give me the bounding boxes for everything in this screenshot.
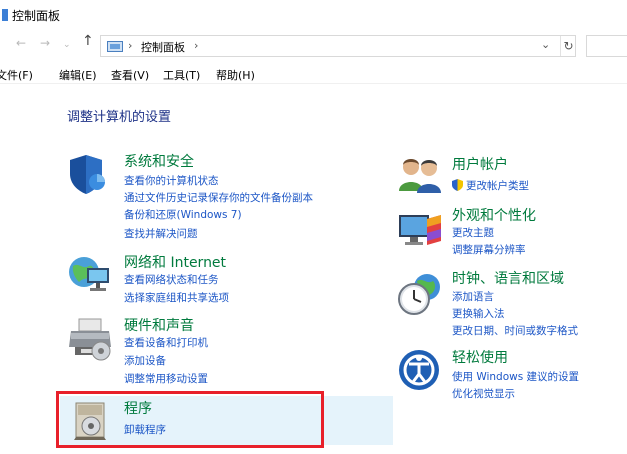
printer-icon[interactable] [67, 317, 113, 361]
menu-tools[interactable]: 工具(T) [163, 67, 200, 83]
users-icon[interactable] [397, 155, 443, 195]
menu-file[interactable]: 文件(F) [0, 67, 33, 83]
menu-help[interactable]: 帮助(H) [216, 67, 255, 83]
title-bar: 控制面板 [0, 0, 627, 30]
link-change-theme[interactable]: 更改主题 [452, 225, 494, 240]
shield-icon[interactable] [66, 152, 110, 196]
link-optimize-visual-display[interactable]: 优化视觉显示 [452, 386, 515, 401]
search-input[interactable] [586, 35, 627, 57]
menu-view[interactable]: 查看(V) [111, 67, 149, 83]
category-title-network-internet[interactable]: 网络和 Internet [124, 252, 226, 272]
category-title-ease-of-access[interactable]: 轻松使用 [452, 347, 508, 367]
category-title-hardware-sound[interactable]: 硬件和声音 [124, 315, 194, 335]
link-backup-restore[interactable]: 备份和还原(Windows 7) [124, 207, 242, 222]
uac-shield-icon [452, 179, 463, 191]
back-arrow-icon[interactable]: ← [16, 36, 26, 50]
ease-of-access-icon[interactable] [397, 348, 441, 392]
link-add-device[interactable]: 添加设备 [124, 353, 166, 368]
refresh-icon[interactable]: ↻ [560, 36, 576, 56]
control-panel-icon [2, 9, 8, 21]
breadcrumb-separator[interactable]: › [194, 39, 198, 52]
clock-globe-icon[interactable] [397, 271, 443, 317]
link-view-computer-status[interactable]: 查看你的计算机状态 [124, 173, 219, 188]
menu-edit[interactable]: 编辑(E) [59, 67, 97, 83]
link-change-account-type-label: 更改帐户类型 [466, 180, 529, 192]
link-mobility-settings[interactable]: 调整常用移动设置 [124, 371, 208, 386]
link-troubleshoot[interactable]: 查找并解决问题 [124, 226, 198, 241]
link-change-date-time-format[interactable]: 更改日期、时间或数字格式 [452, 323, 578, 338]
control-panel-icon [107, 41, 123, 52]
window-title: 控制面板 [12, 9, 61, 23]
network-icon[interactable] [67, 252, 113, 296]
page-title: 调整计算机的设置 [67, 110, 172, 125]
link-screen-resolution[interactable]: 调整屏幕分辨率 [452, 242, 526, 257]
address-bar[interactable]: › 控制面板 › ⌄ ↻ [100, 35, 576, 57]
navigation-bar: ← → ⌄ ↑ › 控制面板 › ⌄ ↻ [0, 32, 627, 58]
menu-bar: 文件(F) 编辑(E) 查看(V) 工具(T) 帮助(H) [0, 62, 627, 84]
address-history-dropdown-icon[interactable]: ⌄ [541, 38, 550, 51]
breadcrumb-separator[interactable]: › [128, 39, 132, 52]
category-title-clock-language-region[interactable]: 时钟、语言和区域 [452, 268, 564, 288]
link-change-account-type[interactable]: 更改帐户类型 [452, 178, 529, 193]
link-devices-printers[interactable]: 查看设备和打印机 [124, 335, 208, 350]
category-title-appearance[interactable]: 外观和个性化 [452, 205, 536, 225]
category-title-user-accounts[interactable]: 用户帐户 [452, 154, 508, 174]
link-homegroup-sharing[interactable]: 选择家庭组和共享选项 [124, 290, 229, 305]
recent-locations-icon[interactable]: ⌄ [63, 38, 71, 52]
link-change-input-method[interactable]: 更换输入法 [452, 306, 505, 321]
category-title-system-security[interactable]: 系统和安全 [124, 151, 194, 171]
forward-arrow-icon[interactable]: → [40, 36, 50, 50]
appearance-icon[interactable] [397, 211, 443, 249]
up-arrow-icon[interactable]: ↑ [82, 34, 94, 48]
link-file-history-backup[interactable]: 通过文件历史记录保存你的文件备份副本 [124, 190, 313, 205]
link-recommended-settings[interactable]: 使用 Windows 建议的设置 [452, 369, 579, 384]
link-add-language[interactable]: 添加语言 [452, 289, 494, 304]
breadcrumb-control-panel[interactable]: 控制面板 [141, 39, 185, 55]
link-network-status[interactable]: 查看网络状态和任务 [124, 272, 219, 287]
annotation-red-box [56, 391, 324, 448]
